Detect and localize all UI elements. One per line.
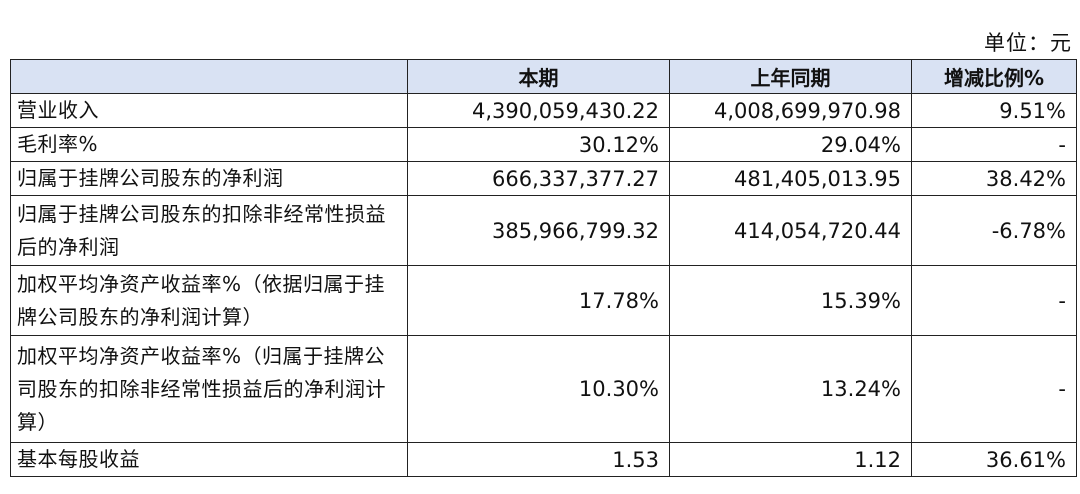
current-value: 1.53 [407, 442, 670, 477]
table-row: 营业收入 4,390,059,430.22 4,008,699,970.98 9… [10, 93, 1077, 128]
previous-value: 1.12 [669, 442, 912, 477]
row-label: 加权平均净资产收益率%（依据归属于挂牌公司股东的净利润计算） [10, 265, 408, 336]
row-label: 基本每股收益 [10, 442, 408, 477]
previous-value: 13.24% [669, 335, 912, 443]
change-value: 36.61% [911, 442, 1077, 477]
table-row: 归属于挂牌公司股东的净利润 666,337,377.27 481,405,013… [10, 161, 1077, 196]
change-value: - [911, 127, 1077, 162]
table-row: 加权平均净资产收益率%（归属于挂牌公司股东的扣除非经常性损益后的净利润计算） 1… [10, 335, 1077, 443]
current-value: 385,966,799.32 [407, 195, 670, 266]
row-label: 加权平均净资产收益率%（归属于挂牌公司股东的扣除非经常性损益后的净利润计算） [10, 335, 408, 443]
row-label: 毛利率% [10, 127, 408, 162]
change-value: -6.78% [911, 195, 1077, 266]
table-row: 归属于挂牌公司股东的扣除非经常性损益后的净利润 385,966,799.32 4… [10, 195, 1077, 266]
current-value: 10.30% [407, 335, 670, 443]
current-value: 17.78% [407, 265, 670, 336]
current-value: 30.12% [407, 127, 670, 162]
previous-value: 414,054,720.44 [669, 195, 912, 266]
previous-value: 15.39% [669, 265, 912, 336]
header-change-percent: 增减比例% [911, 59, 1077, 94]
table-row: 毛利率% 30.12% 29.04% - [10, 127, 1077, 162]
table-row: 加权平均净资产收益率%（依据归属于挂牌公司股东的净利润计算） 17.78% 15… [10, 265, 1077, 336]
row-label: 营业收入 [10, 93, 408, 128]
header-blank [10, 59, 408, 94]
header-current-period: 本期 [407, 59, 670, 94]
unit-label: 单位：元 [984, 31, 1072, 55]
change-value: - [911, 265, 1077, 336]
change-value: 9.51% [911, 93, 1077, 128]
previous-value: 29.04% [669, 127, 912, 162]
row-label: 归属于挂牌公司股东的扣除非经常性损益后的净利润 [10, 195, 408, 266]
change-value: 38.42% [911, 161, 1077, 196]
current-value: 666,337,377.27 [407, 161, 670, 196]
previous-value: 481,405,013.95 [669, 161, 912, 196]
change-value: - [911, 335, 1077, 443]
header-row: 本期 上年同期 增减比例% [10, 59, 1077, 94]
header-previous-period: 上年同期 [669, 59, 912, 94]
previous-value: 4,008,699,970.98 [669, 93, 912, 128]
table-row: 基本每股收益 1.53 1.12 36.61% [10, 442, 1077, 477]
financial-summary-table: 本期 上年同期 增减比例% 营业收入 4,390,059,430.22 4,00… [10, 59, 1077, 477]
row-label: 归属于挂牌公司股东的净利润 [10, 161, 408, 196]
current-value: 4,390,059,430.22 [407, 93, 670, 128]
